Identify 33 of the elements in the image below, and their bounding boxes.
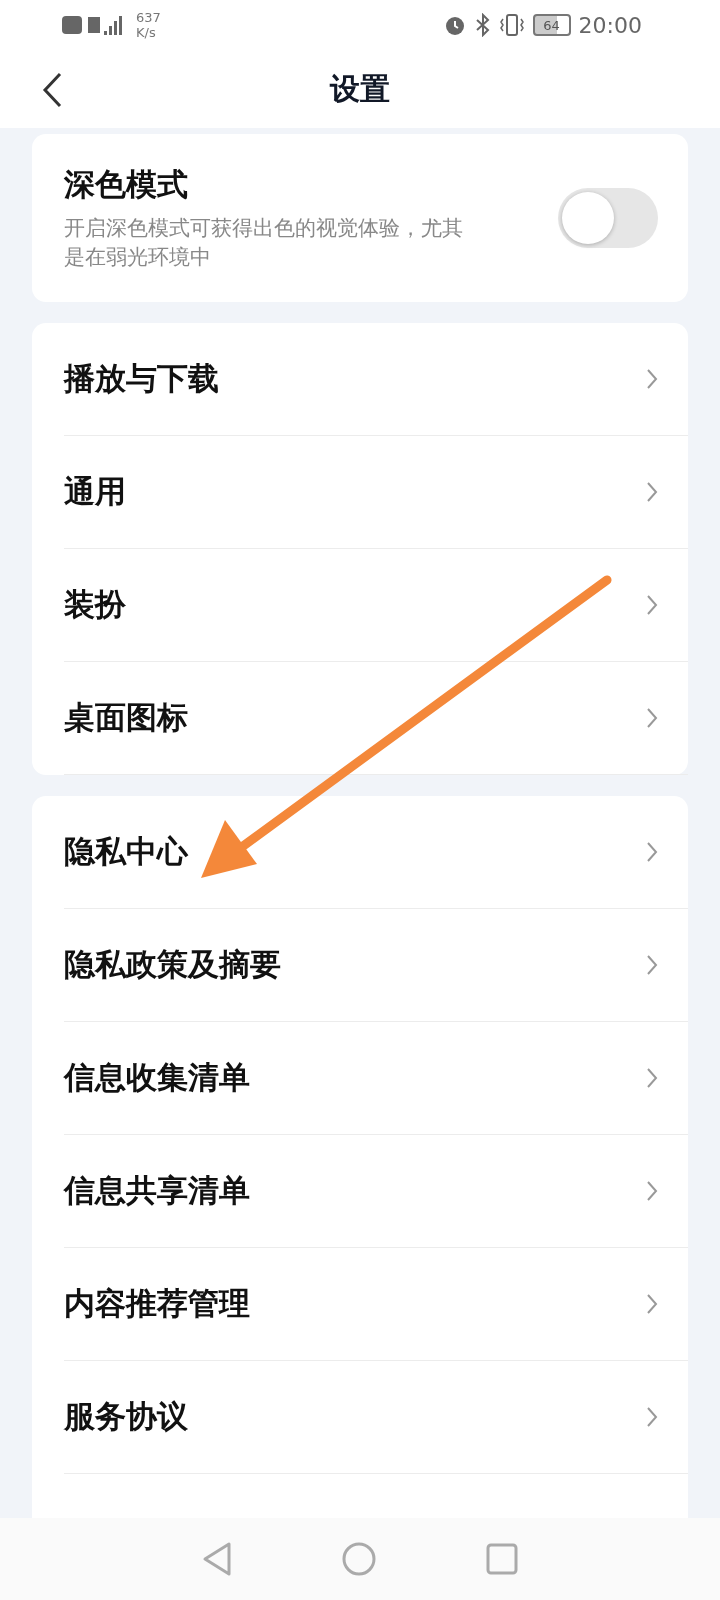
settings-item[interactable]: 隐私政策及摘要 xyxy=(64,944,646,986)
chevron-icon xyxy=(646,841,658,863)
chevron-icon xyxy=(646,1293,658,1315)
battery-icon: 64 xyxy=(532,14,571,36)
bluetooth-icon xyxy=(474,13,491,37)
settings-item[interactable]: 信息共享清单 xyxy=(64,1170,646,1212)
dark-mode-description: 开启深色模式可获得出色的视觉体验，尤其是在弱光环境中 xyxy=(64,215,464,271)
settings-item[interactable]: 桌面图标 xyxy=(64,697,646,739)
settings-item[interactable]: 隐私中心 xyxy=(64,831,646,873)
chevron-icon xyxy=(646,594,658,616)
chevron-icon xyxy=(646,954,658,976)
chevron-icon xyxy=(646,1406,658,1428)
back-nav-icon[interactable] xyxy=(202,1541,232,1577)
home-nav-icon[interactable] xyxy=(342,1542,376,1576)
dark-mode-toggle[interactable] xyxy=(558,188,658,248)
settings-item[interactable]: 播放与下载 xyxy=(64,358,646,400)
vibrate-icon xyxy=(498,13,525,37)
clock-time: 20:00 xyxy=(578,12,642,38)
chevron-icon xyxy=(646,1067,658,1089)
settings-item[interactable]: 通用 xyxy=(64,471,646,513)
dark-mode-title: 深色模式 xyxy=(64,165,189,204)
network-unit: K/s xyxy=(136,25,157,40)
chevron-icon xyxy=(646,481,658,503)
chevron-icon xyxy=(646,707,658,729)
settings-item[interactable]: 信息收集清单 xyxy=(64,1057,646,1099)
settings-item[interactable]: 服务协议 xyxy=(64,1396,646,1438)
chevron-icon xyxy=(646,368,658,390)
settings-item[interactable]: 装扮 xyxy=(64,584,646,626)
network-speed: 637 xyxy=(136,10,161,25)
settings-item[interactable]: 内容推荐管理 xyxy=(64,1283,646,1325)
page-title: 设置 xyxy=(330,69,390,108)
chevron-icon xyxy=(646,1180,658,1202)
recents-nav-icon[interactable] xyxy=(486,1543,518,1575)
